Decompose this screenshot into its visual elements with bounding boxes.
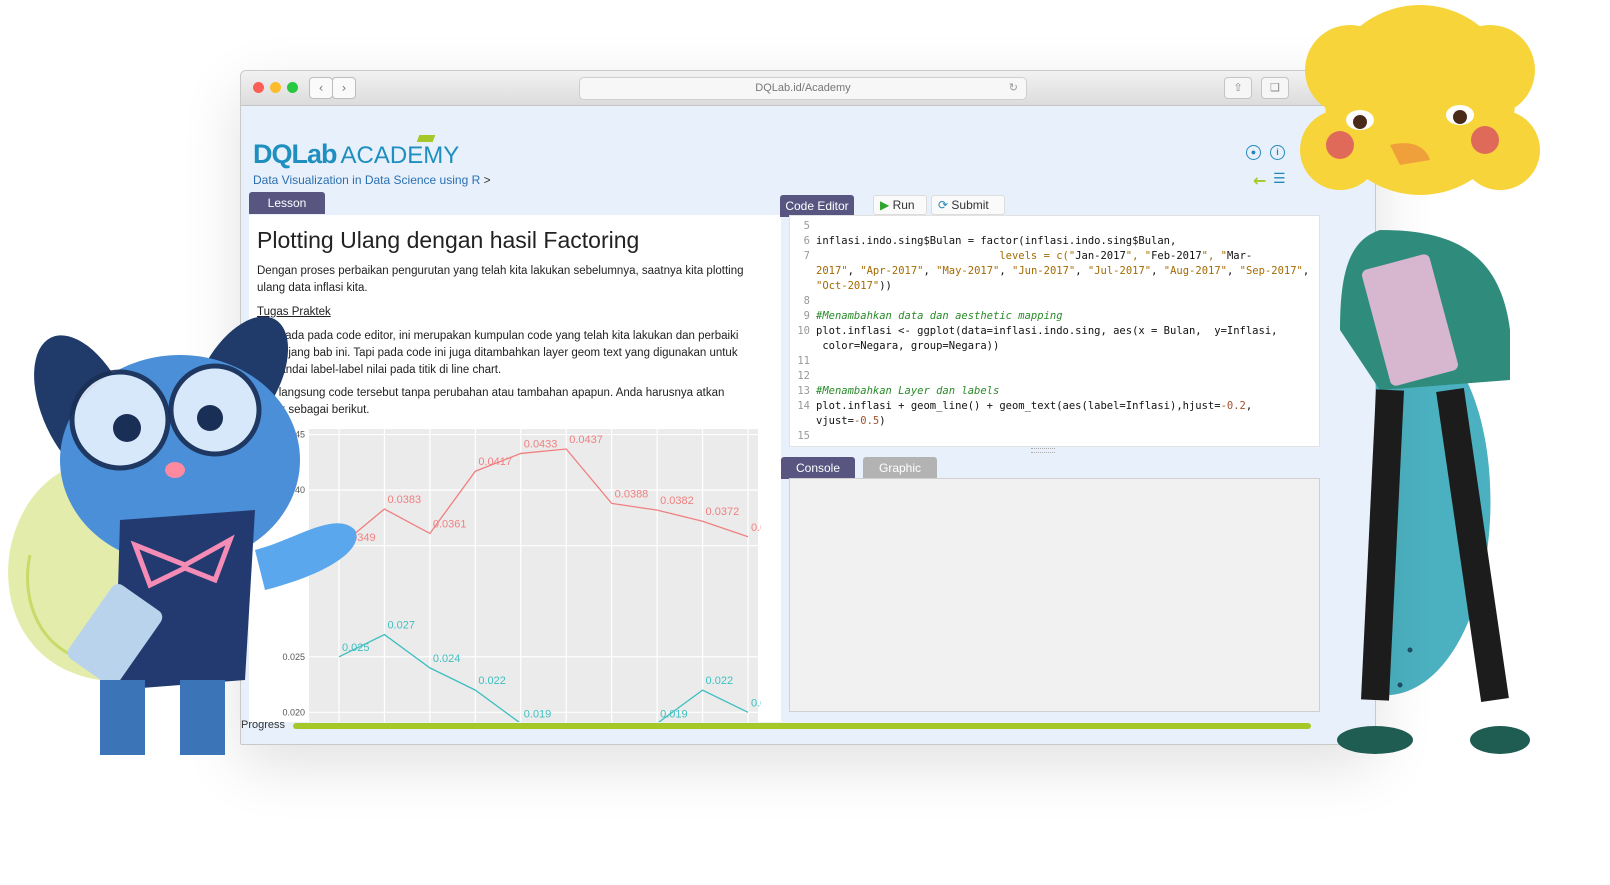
dqlab-logo[interactable]: DQLab ACADEMY bbox=[253, 135, 460, 171]
code-editor[interactable]: 5 6 inflasi.indo.sing$Bulan = factor(infla… bbox=[789, 215, 1320, 447]
share-button[interactable]: ⇧ bbox=[1224, 77, 1252, 99]
code-line[interactable]: 2017", "Apr-2017", "May-2017", "Jun-2017… bbox=[790, 265, 1309, 280]
data-label: 0.02 bbox=[751, 697, 761, 709]
code-line[interactable]: 14 plot.inflasi + geom_line() + geom_text… bbox=[790, 400, 1252, 415]
code-line[interactable]: 6 inflasi.indo.sing$Bulan = factor(inflas… bbox=[790, 235, 1177, 250]
data-label: 0.0417 bbox=[478, 456, 512, 468]
code-line[interactable]: 11 bbox=[790, 355, 816, 370]
line-number: 8 bbox=[803, 295, 810, 307]
line-number: 14 bbox=[797, 400, 810, 412]
plot-panel bbox=[309, 429, 758, 722]
minimize-window-button[interactable] bbox=[270, 82, 281, 93]
browser-toolbar: ‹ › DQLab.id/Academy ↻ ⇧ ❑ bbox=[241, 71, 1375, 106]
progress-bar bbox=[293, 723, 1311, 729]
data-label: 0.0388 bbox=[615, 488, 649, 500]
console-output[interactable] bbox=[789, 478, 1320, 712]
code-line[interactable]: 13 #Menambahkan Layer dan labels bbox=[790, 385, 999, 400]
code-line[interactable]: 12 bbox=[790, 370, 816, 385]
tab-console[interactable]: Console bbox=[781, 457, 855, 479]
code-line[interactable]: 8 bbox=[790, 295, 816, 310]
line-number: 7 bbox=[803, 250, 810, 262]
code-line[interactable]: color=Negara, group=Negara)) bbox=[790, 340, 999, 355]
submit-label: Submit bbox=[951, 198, 989, 212]
data-label: 0.0382 bbox=[660, 495, 694, 507]
line-number: 10 bbox=[797, 325, 810, 337]
data-label: 0.027 bbox=[387, 620, 415, 632]
code-line[interactable]: 9 #Menambahkan data dan aesthetic mapping bbox=[790, 310, 1063, 325]
mascot-blue-character bbox=[34, 316, 357, 755]
data-label: 0.0437 bbox=[569, 434, 603, 446]
breadcrumb-separator: > bbox=[483, 173, 491, 187]
tab-code-editor[interactable]: Code Editor bbox=[780, 195, 854, 217]
code-comment: #Menambahkan Layer dan labels bbox=[816, 385, 1000, 397]
browser-window: ‹ › DQLab.id/Academy ↻ ⇧ ❑ DQLab ACADEMY … bbox=[240, 70, 1376, 745]
submit-icon: ⟳ bbox=[938, 198, 949, 212]
play-icon: ▶ bbox=[880, 198, 890, 212]
data-label: 0.0433 bbox=[524, 438, 558, 450]
line-number: 13 bbox=[797, 385, 810, 397]
tab-lesson[interactable]: Lesson bbox=[249, 192, 325, 214]
submit-button[interactable]: ⟳ Submit bbox=[931, 195, 1005, 215]
back-button[interactable]: ‹ bbox=[309, 77, 333, 99]
data-label: 0.0383 bbox=[387, 494, 421, 506]
code-line[interactable]: 15 bbox=[790, 430, 816, 445]
line-number: 9 bbox=[803, 310, 810, 322]
line-number: 15 bbox=[797, 430, 810, 442]
url-bar[interactable]: DQLab.id/Academy ↻ bbox=[579, 77, 1027, 100]
data-label: 0.019 bbox=[660, 708, 688, 720]
line-number: 11 bbox=[797, 355, 810, 367]
code-line[interactable]: 7 levels = c("Jan-2017", "Feb-2017", "Ma… bbox=[790, 250, 1253, 265]
data-label: 0.024 bbox=[433, 653, 461, 665]
line-number: 6 bbox=[803, 235, 810, 247]
graduation-cap-icon bbox=[416, 135, 436, 142]
breadcrumb-course-link[interactable]: Data Visualization in Data Science using… bbox=[253, 173, 480, 187]
code-line[interactable]: 5 bbox=[790, 220, 816, 235]
logo-academy-text: ACADEMY bbox=[340, 142, 460, 169]
data-label: 0.019 bbox=[524, 708, 552, 720]
data-label: 0.0372 bbox=[706, 506, 740, 518]
back-arrow-icon[interactable]: ← bbox=[1253, 171, 1266, 190]
data-label: 0.022 bbox=[706, 675, 734, 687]
code-line[interactable]: vjust=-0.5) bbox=[790, 415, 886, 430]
lesson-paragraph-intro: Dengan proses perbaikan pengurutan yang … bbox=[257, 265, 744, 294]
mascot-yellow-character bbox=[1300, 5, 1540, 754]
app-area: DQLab ACADEMY Data Visualization in Data … bbox=[241, 105, 1375, 744]
run-label: Run bbox=[892, 198, 915, 212]
close-window-button[interactable] bbox=[253, 82, 264, 93]
pane-resize-handle[interactable] bbox=[1031, 448, 1055, 453]
lesson-title: Plotting Ulang dengan hasil Factoring bbox=[257, 227, 640, 253]
forward-button[interactable]: › bbox=[332, 77, 356, 99]
user-profile-icon[interactable]: ● bbox=[1246, 145, 1261, 160]
data-label: 0.0361 bbox=[433, 518, 467, 530]
reload-icon[interactable]: ↻ bbox=[1009, 78, 1018, 99]
logo-dq-text: DQLab bbox=[253, 139, 338, 169]
maximize-window-button[interactable] bbox=[287, 82, 298, 93]
line-number: 12 bbox=[797, 370, 810, 382]
line-number: 5 bbox=[803, 220, 810, 232]
breadcrumb: Data Visualization in Data Science using… bbox=[253, 173, 491, 187]
data-label: 0.03 bbox=[751, 522, 761, 534]
url-text: DQLab.id/Academy bbox=[755, 82, 851, 94]
progress-bar-fill bbox=[293, 723, 1311, 729]
data-label: 0.022 bbox=[478, 675, 506, 687]
tab-graphic[interactable]: Graphic bbox=[863, 457, 937, 479]
code-line[interactable]: 10 plot.inflasi <- ggplot(data=inflasi.in… bbox=[790, 325, 1277, 340]
code-line[interactable]: "Oct-2017")) bbox=[790, 280, 892, 295]
code-comment: #Menambahkan data dan aesthetic mapping bbox=[816, 310, 1063, 322]
run-button[interactable]: ▶ Run bbox=[873, 195, 927, 215]
